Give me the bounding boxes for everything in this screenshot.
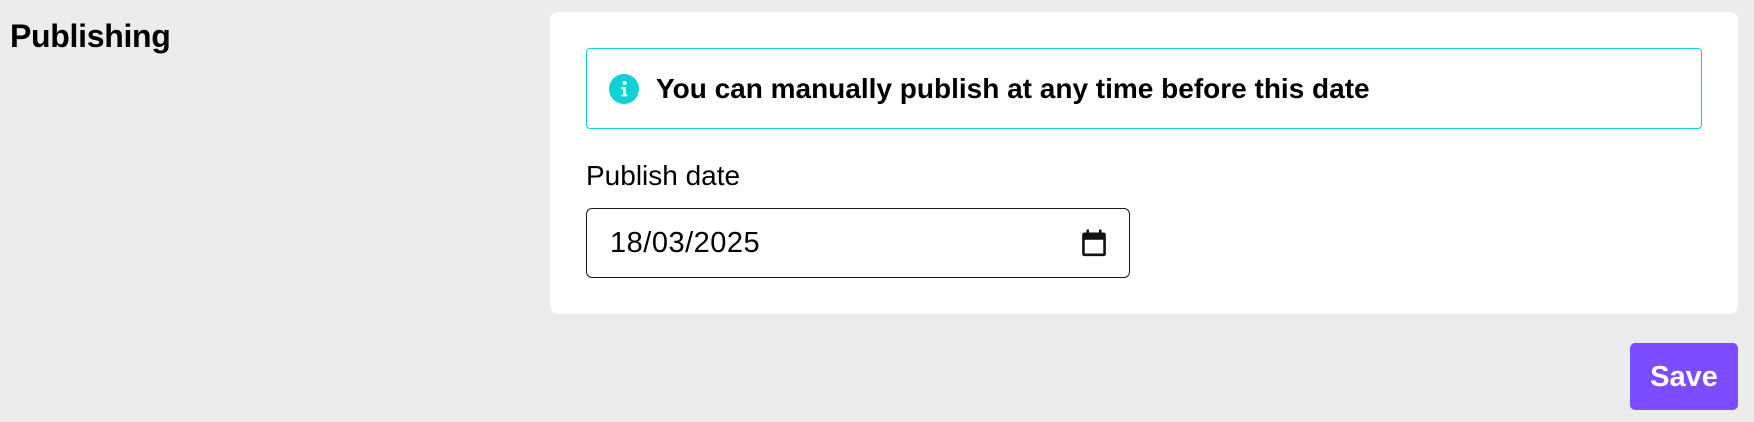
notice-text: You can manually publish at any time bef…: [656, 72, 1370, 104]
calendar-icon[interactable]: [1081, 229, 1107, 257]
publishing-card: You can manually publish at any time bef…: [550, 12, 1738, 314]
publish-date-label: Publish date: [586, 160, 741, 191]
publish-date-input[interactable]: 18/03/2025: [586, 208, 1130, 278]
info-circle-icon: [609, 73, 639, 104]
save-button[interactable]: Save: [1630, 343, 1738, 410]
info-notice: You can manually publish at any time bef…: [586, 48, 1702, 129]
publish-date-value[interactable]: 18/03/2025: [610, 225, 1081, 261]
section-title: Publishing: [10, 18, 171, 54]
